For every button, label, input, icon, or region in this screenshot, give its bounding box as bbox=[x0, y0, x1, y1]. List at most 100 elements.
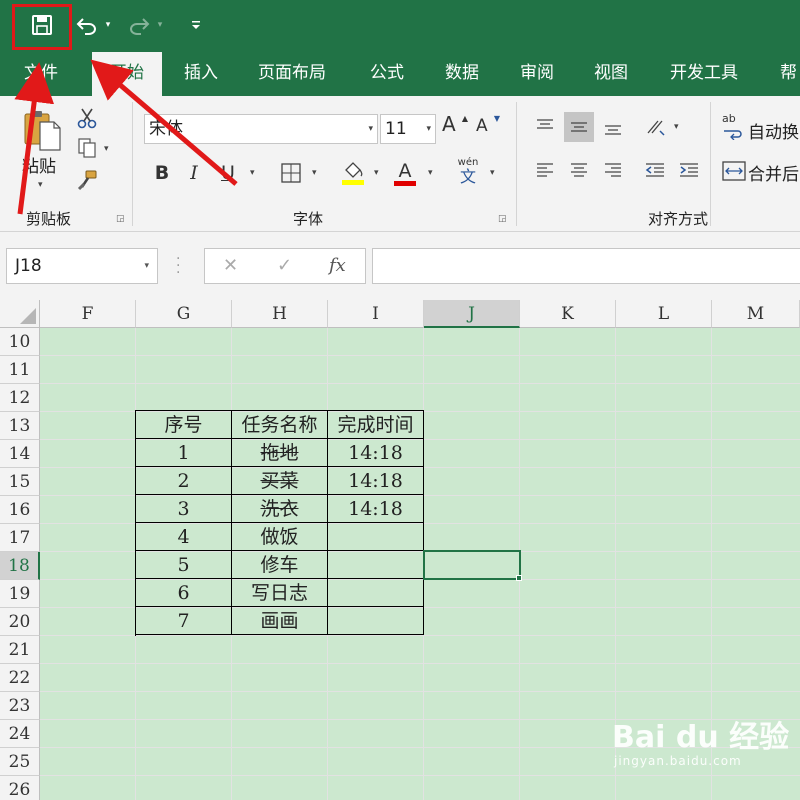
tab-data[interactable]: 数据 bbox=[445, 50, 479, 96]
align-center-button[interactable] bbox=[564, 156, 594, 186]
task-number-cell[interactable]: 2 bbox=[136, 467, 232, 495]
table-header-cell[interactable]: 完成时间 bbox=[328, 411, 424, 439]
phonetic-dropdown[interactable]: ▾ bbox=[490, 168, 495, 178]
align-middle-button[interactable] bbox=[564, 112, 594, 142]
font-size-dropdown[interactable]: 11 ▾ bbox=[380, 114, 436, 144]
tab-review[interactable]: 审阅 bbox=[520, 50, 554, 96]
orientation-dropdown[interactable]: ▾ bbox=[674, 122, 679, 132]
row-header-13[interactable]: 13 bbox=[0, 412, 40, 440]
task-name-cell[interactable]: 画画 bbox=[232, 607, 328, 635]
select-all-button[interactable] bbox=[0, 300, 40, 328]
task-number-cell[interactable]: 7 bbox=[136, 607, 232, 635]
column-header-j[interactable]: J bbox=[424, 300, 520, 328]
merge-center-button[interactable]: 合并后 bbox=[748, 160, 799, 185]
task-number-cell[interactable]: 1 bbox=[136, 439, 232, 467]
redo-button[interactable] bbox=[126, 8, 152, 42]
insert-function-button[interactable]: fx bbox=[329, 249, 346, 283]
cancel-entry-button[interactable]: ✕ bbox=[223, 249, 238, 283]
italic-button[interactable]: I bbox=[182, 158, 206, 188]
row-header-16[interactable]: 16 bbox=[0, 496, 40, 524]
row-header-15[interactable]: 15 bbox=[0, 468, 40, 496]
wrap-text-icon[interactable]: ab bbox=[722, 112, 746, 140]
completion-time-cell[interactable] bbox=[328, 551, 424, 579]
completion-time-cell[interactable]: 14:18 bbox=[328, 439, 424, 467]
row-header-19[interactable]: 19 bbox=[0, 580, 40, 608]
completion-time-cell[interactable] bbox=[328, 523, 424, 551]
row-header-21[interactable]: 21 bbox=[0, 636, 40, 664]
font-color-dropdown[interactable]: ▾ bbox=[428, 168, 433, 178]
shrink-font-button[interactable]: A ▼ bbox=[476, 114, 500, 146]
task-number-cell[interactable]: 3 bbox=[136, 495, 232, 523]
task-name-cell[interactable]: 做饭 bbox=[232, 523, 328, 551]
redo-dropdown[interactable]: ▾ bbox=[154, 8, 166, 42]
formula-input[interactable] bbox=[372, 248, 800, 284]
completion-time-cell[interactable] bbox=[328, 579, 424, 607]
font-color-button[interactable]: A bbox=[392, 158, 418, 188]
column-header-g[interactable]: G bbox=[136, 300, 232, 328]
task-number-cell[interactable]: 5 bbox=[136, 551, 232, 579]
fill-handle[interactable] bbox=[516, 575, 522, 581]
font-name-dropdown[interactable]: 宋体 ▾ bbox=[144, 114, 378, 144]
table-header-cell[interactable]: 任务名称 bbox=[232, 411, 328, 439]
row-header-14[interactable]: 14 bbox=[0, 440, 40, 468]
grow-font-button[interactable]: A ▲ bbox=[442, 112, 468, 142]
format-painter-button[interactable] bbox=[74, 168, 100, 192]
undo-dropdown[interactable]: ▾ bbox=[102, 8, 114, 42]
merge-center-icon[interactable] bbox=[722, 160, 746, 182]
row-header-25[interactable]: 25 bbox=[0, 748, 40, 776]
row-header-26[interactable]: 26 bbox=[0, 776, 40, 800]
tab-help[interactable]: 帮 bbox=[780, 50, 800, 96]
task-name-cell[interactable]: 拖地 bbox=[232, 439, 328, 467]
increase-indent-button[interactable] bbox=[674, 156, 704, 186]
fill-color-button[interactable] bbox=[340, 158, 366, 188]
bold-button[interactable]: B bbox=[150, 158, 174, 188]
clipboard-launcher-icon[interactable]: ◲ bbox=[116, 214, 125, 224]
align-bottom-button[interactable] bbox=[598, 112, 628, 142]
borders-button[interactable] bbox=[278, 158, 304, 188]
phonetic-guide-button[interactable]: wén 文 bbox=[454, 156, 482, 186]
row-header-12[interactable]: 12 bbox=[0, 384, 40, 412]
paste-dropdown[interactable]: ▾ bbox=[38, 180, 43, 190]
row-header-22[interactable]: 22 bbox=[0, 664, 40, 692]
align-left-button[interactable] bbox=[530, 156, 560, 186]
column-header-l[interactable]: L bbox=[616, 300, 712, 328]
confirm-entry-button[interactable]: ✓ bbox=[277, 249, 292, 283]
row-header-17[interactable]: 17 bbox=[0, 524, 40, 552]
table-header-cell[interactable]: 序号 bbox=[136, 411, 232, 439]
completion-time-cell[interactable] bbox=[328, 607, 424, 635]
decrease-indent-button[interactable] bbox=[640, 156, 670, 186]
align-right-button[interactable] bbox=[598, 156, 628, 186]
copy-dropdown[interactable]: ▾ bbox=[104, 144, 109, 154]
task-name-cell[interactable]: 写日志 bbox=[232, 579, 328, 607]
active-cell-j18[interactable] bbox=[423, 550, 521, 580]
fill-color-dropdown[interactable]: ▾ bbox=[374, 168, 379, 178]
orientation-button[interactable] bbox=[640, 112, 670, 142]
task-name-cell[interactable]: 买菜 bbox=[232, 467, 328, 495]
customize-toolbar-button[interactable] bbox=[186, 8, 206, 42]
row-header-20[interactable]: 20 bbox=[0, 608, 40, 636]
tab-formulas[interactable]: 公式 bbox=[370, 50, 404, 96]
column-header-f[interactable]: F bbox=[40, 300, 136, 328]
font-launcher-icon[interactable]: ◲ bbox=[498, 214, 507, 224]
row-header-11[interactable]: 11 bbox=[0, 356, 40, 384]
tab-developer[interactable]: 开发工具 bbox=[670, 50, 738, 96]
completion-time-cell[interactable]: 14:18 bbox=[328, 495, 424, 523]
paste-button[interactable] bbox=[22, 108, 66, 152]
task-name-cell[interactable]: 洗衣 bbox=[232, 495, 328, 523]
row-header-23[interactable]: 23 bbox=[0, 692, 40, 720]
tab-insert[interactable]: 插入 bbox=[184, 50, 218, 96]
tab-page-layout[interactable]: 页面布局 bbox=[258, 50, 326, 96]
name-box[interactable]: J18 ▾ bbox=[6, 248, 158, 284]
align-top-button[interactable] bbox=[530, 112, 560, 142]
task-name-cell[interactable]: 修车 bbox=[232, 551, 328, 579]
column-header-m[interactable]: M bbox=[712, 300, 800, 328]
borders-dropdown[interactable]: ▾ bbox=[312, 168, 317, 178]
paste-label[interactable]: 粘贴 bbox=[22, 152, 56, 177]
row-header-18[interactable]: 18 bbox=[0, 552, 40, 580]
formula-bar-splitter[interactable]: · · · bbox=[176, 252, 180, 280]
completion-time-cell[interactable]: 14:18 bbox=[328, 467, 424, 495]
row-header-10[interactable]: 10 bbox=[0, 328, 40, 356]
task-number-cell[interactable]: 6 bbox=[136, 579, 232, 607]
column-header-i[interactable]: I bbox=[328, 300, 424, 328]
tab-view[interactable]: 视图 bbox=[594, 50, 628, 96]
